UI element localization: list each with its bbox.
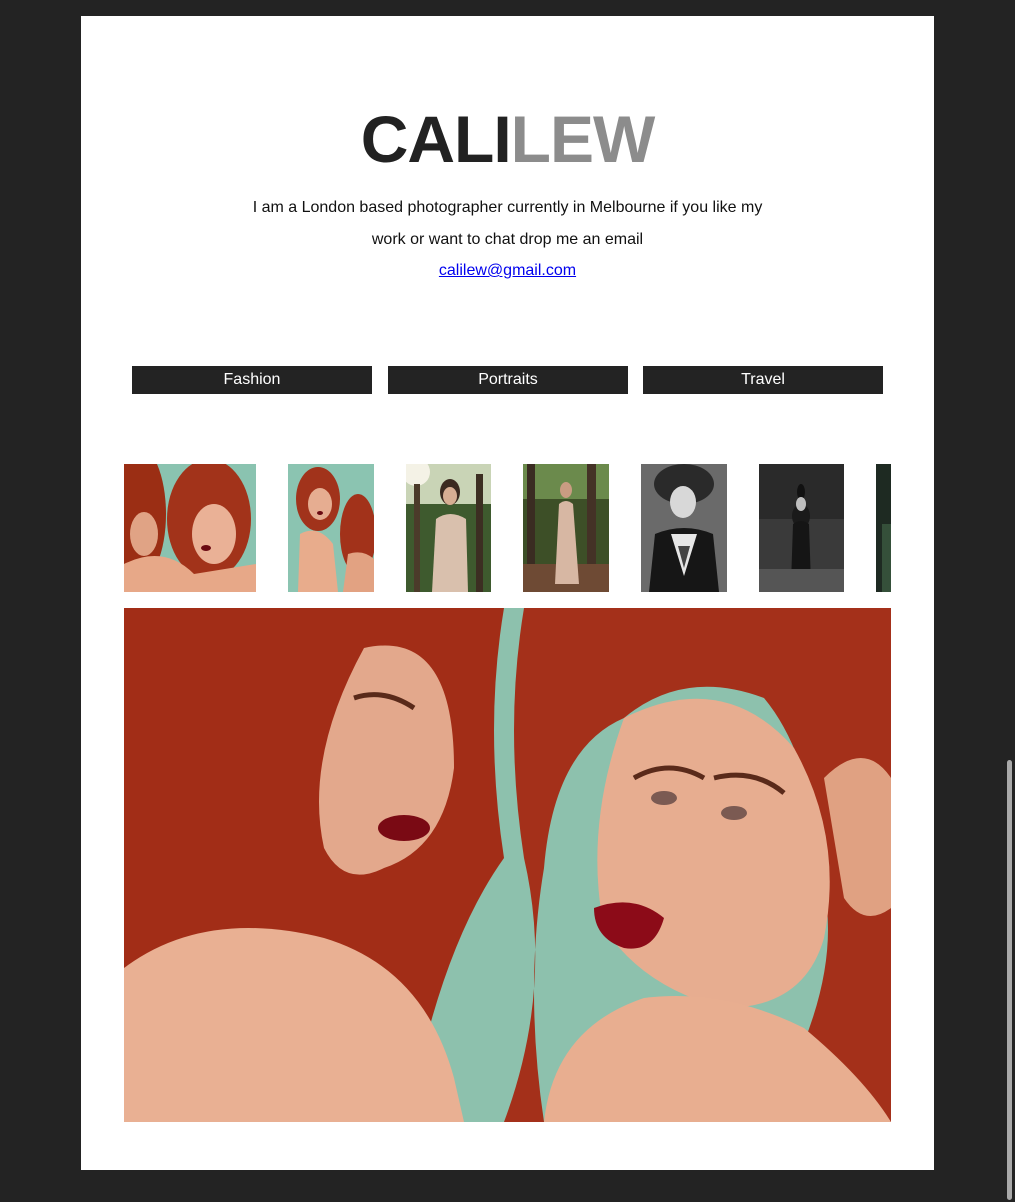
intro-text: I am a London based photographer current… bbox=[241, 192, 774, 256]
fashion-button[interactable]: Fashion bbox=[132, 366, 372, 394]
thumbnail-photo[interactable] bbox=[406, 464, 491, 592]
email-row: calilew@gmail.com bbox=[81, 262, 934, 280]
logo-second: LEW bbox=[510, 102, 656, 176]
travel-button[interactable]: Travel bbox=[643, 366, 883, 394]
thumbnail-strip bbox=[124, 464, 891, 592]
thumbnail-photo[interactable] bbox=[876, 464, 891, 592]
thumbnail-photo[interactable] bbox=[641, 464, 727, 592]
featured-photo[interactable] bbox=[124, 608, 891, 1122]
thumbnail-photo[interactable] bbox=[288, 464, 374, 592]
email-link[interactable]: calilew@gmail.com bbox=[439, 262, 576, 279]
intro-line-2: work or want to chat drop me an email bbox=[371, 231, 644, 248]
intro-line-1: I am a London based photographer current… bbox=[252, 199, 763, 216]
thumbnail-photo[interactable] bbox=[124, 464, 256, 592]
thumbnail-photo[interactable] bbox=[759, 464, 844, 592]
site-logo[interactable]: CALILEW bbox=[81, 102, 934, 176]
thumbnail-photo[interactable] bbox=[523, 464, 609, 592]
scrollbar[interactable] bbox=[1007, 760, 1012, 1200]
logo-first: CALI bbox=[360, 102, 512, 176]
content-panel: CALILEW I am a London based photographer… bbox=[81, 16, 934, 1170]
portraits-button[interactable]: Portraits bbox=[388, 366, 628, 394]
